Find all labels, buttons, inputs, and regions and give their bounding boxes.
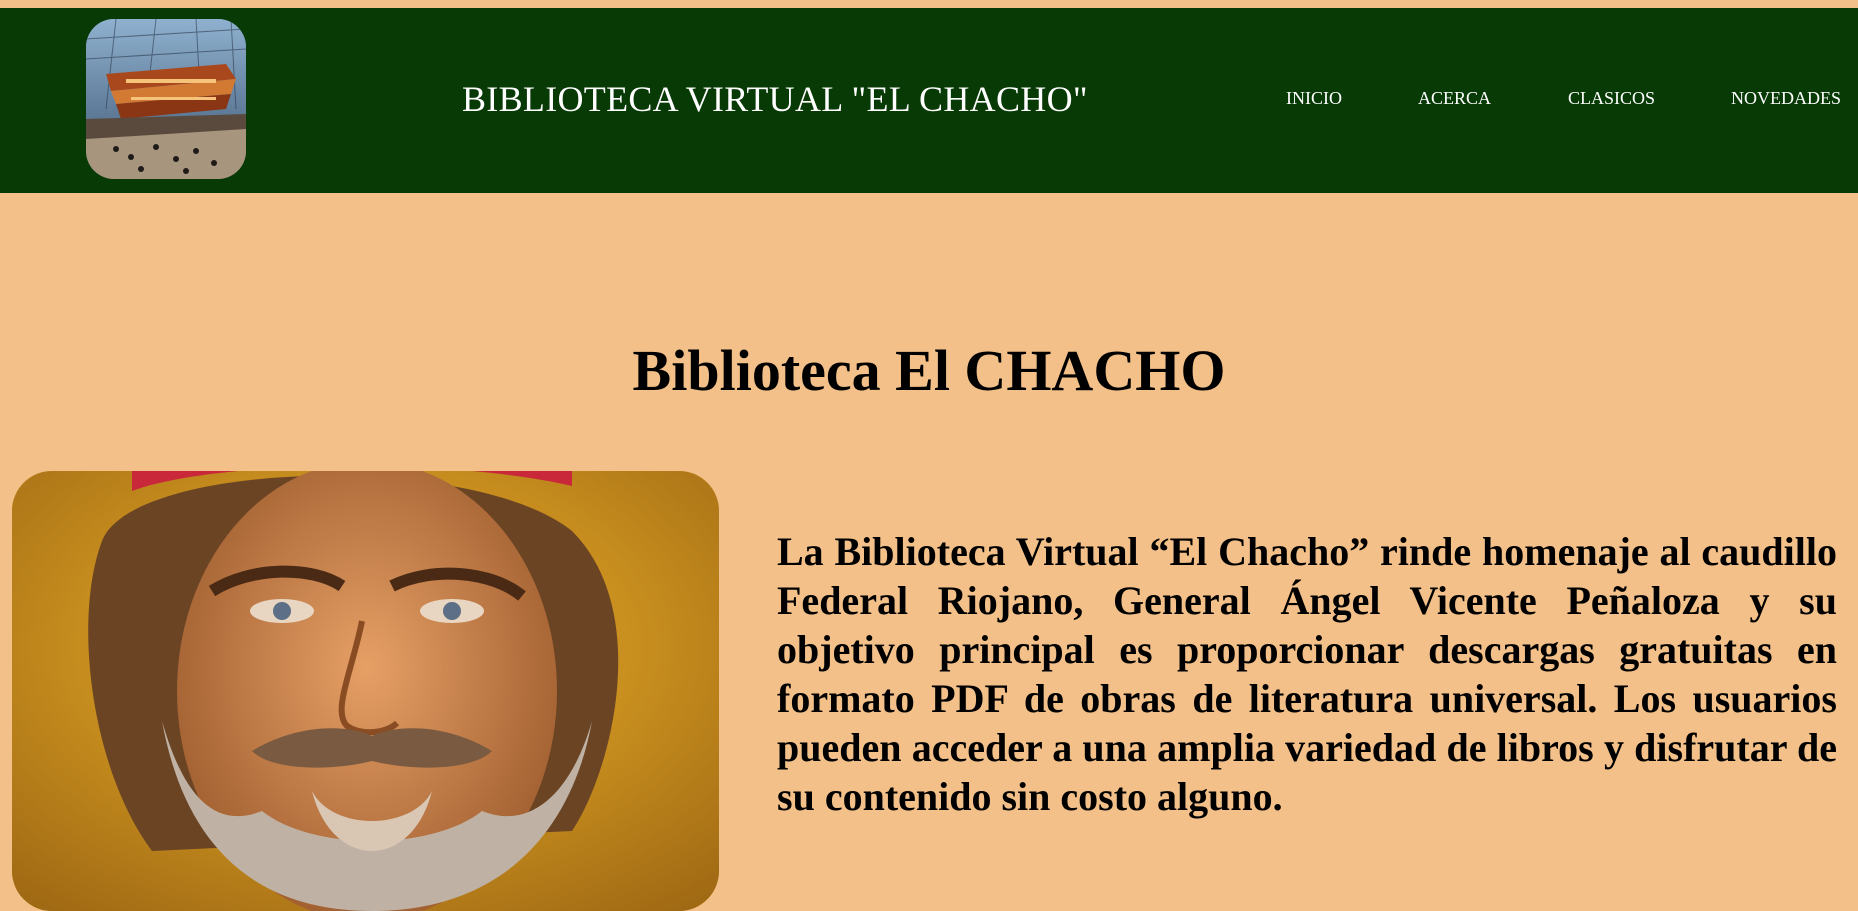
main-nav: INICIO ACERCA CLASICOS NOVEDADES <box>0 88 1858 118</box>
portrait-image <box>12 471 719 911</box>
library-description: La Biblioteca Virtual “El Chacho” rinde … <box>777 529 1837 819</box>
nav-link-clasicos[interactable]: CLASICOS <box>1568 88 1655 109</box>
page-title: Biblioteca El CHACHO <box>632 338 1226 403</box>
nav-link-novedades[interactable]: NOVEDADES <box>1731 88 1841 109</box>
site-header: BIBLIOTECA VIRTUAL "EL CHACHO" INICIO AC… <box>0 8 1858 193</box>
nav-link-inicio[interactable]: INICIO <box>1286 88 1342 109</box>
nav-link-acerca[interactable]: ACERCA <box>1418 88 1491 109</box>
